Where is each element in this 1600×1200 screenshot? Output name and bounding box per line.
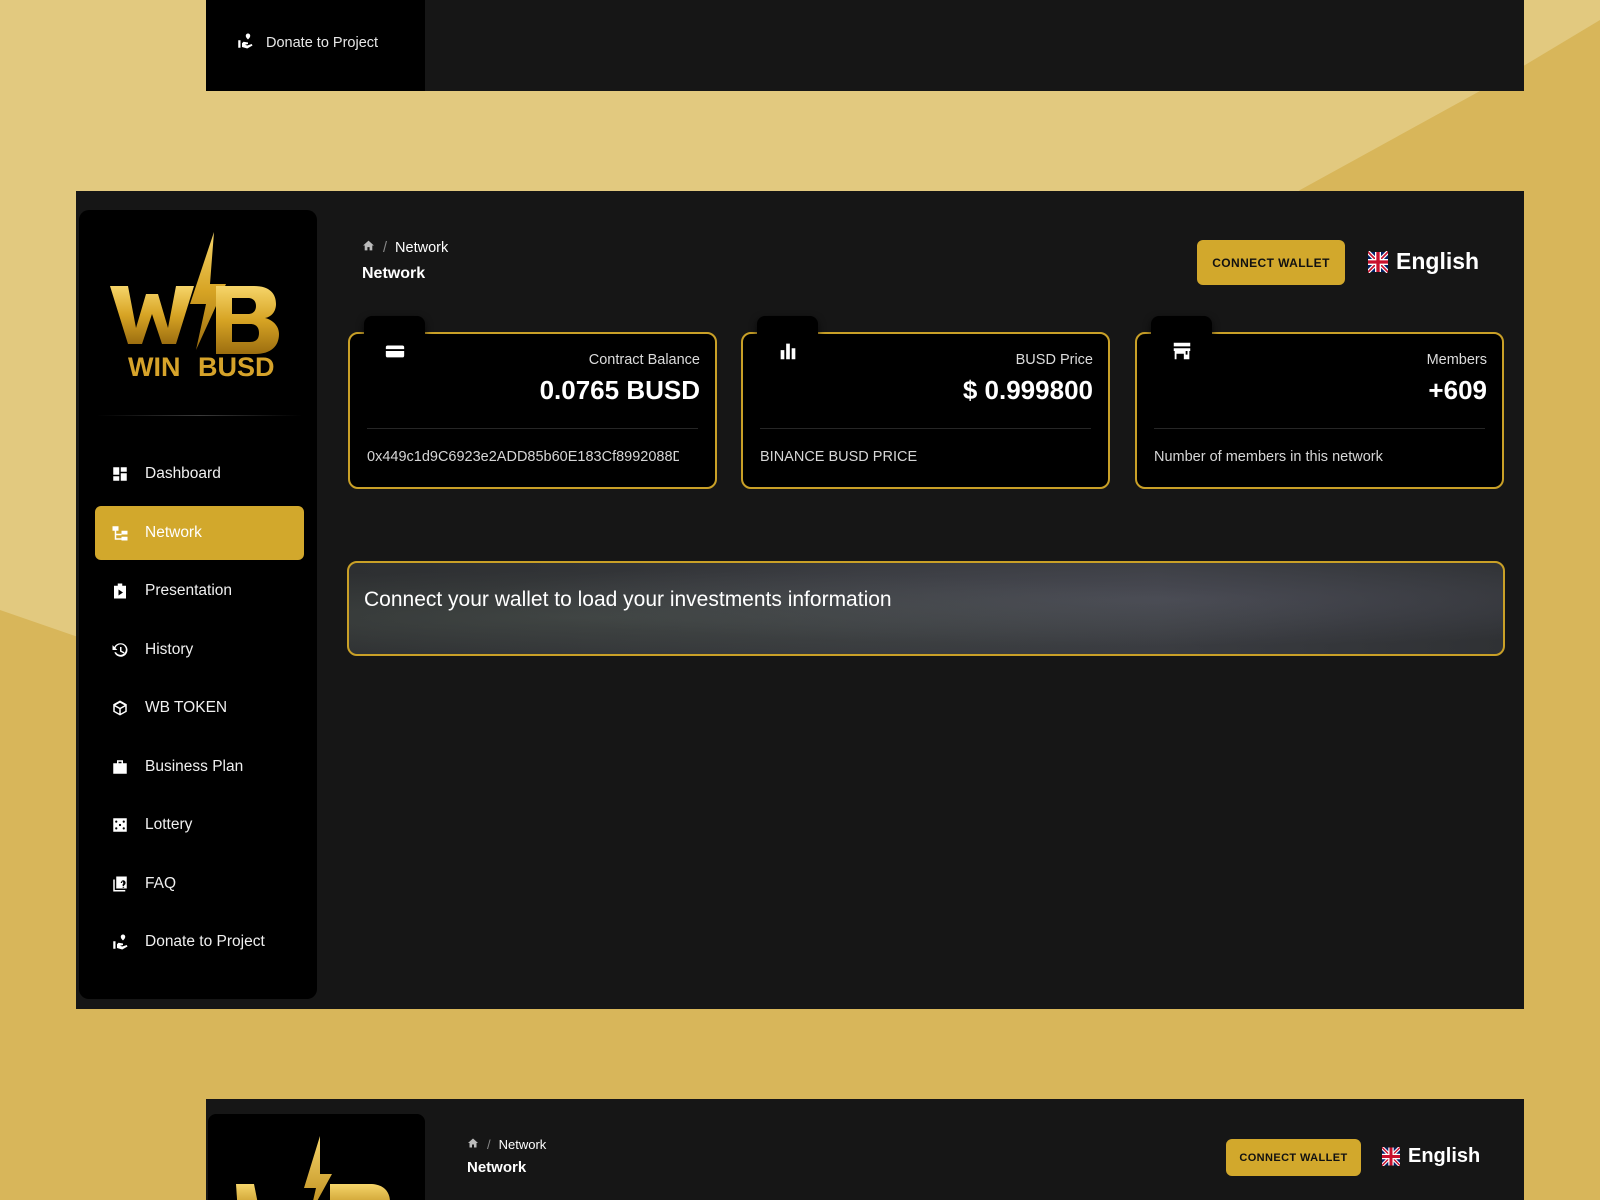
bottom-connect-wallet-button[interactable]: CONNECT WALLET (1226, 1139, 1361, 1176)
card-label: Contract Balance (588, 352, 700, 368)
presentation-play-icon (111, 582, 129, 600)
card-icon-box (1151, 316, 1212, 386)
sidebar-item-dashboard[interactable]: Dashboard (95, 447, 304, 501)
uk-flag-icon (1368, 250, 1388, 273)
breadcrumb-separator: / (487, 1137, 491, 1152)
breadcrumb-current: Network (395, 239, 449, 256)
dashboard-icon (111, 465, 129, 483)
logo-text-busd: BUSD (198, 352, 275, 382)
sidebar-item-label: FAQ (145, 874, 177, 892)
card-icon-box (757, 316, 818, 386)
top-fragment-sidebar: Donate to Project (206, 0, 425, 91)
winbusd-logo: WIN BUSD (110, 232, 279, 382)
winbusd-logo (236, 1136, 390, 1200)
breadcrumb: / Network (362, 239, 448, 256)
card-divider (760, 428, 1091, 429)
language-label: English (1396, 248, 1480, 274)
sidebar-item-history[interactable]: History (95, 623, 304, 677)
bottom-screenshot-fragment: / Network Network CONNECT WALLET English (206, 1099, 1524, 1200)
card-value: $ 0.999800 (962, 375, 1093, 405)
sidebar-item-label: WB TOKEN (145, 699, 228, 716)
sidebar-item-faq[interactable]: FAQ (95, 857, 304, 911)
dice-icon (111, 816, 129, 834)
bottom-page-title: Network (467, 1159, 527, 1176)
connect-wallet-button[interactable]: CONNECT WALLET (1197, 240, 1345, 285)
sidebar-item-label: History (145, 640, 194, 658)
bottom-language-selector[interactable]: English (1382, 1145, 1480, 1168)
sidebar-item-presentation[interactable]: Presentation (95, 564, 304, 618)
sidebar-item-wb-token[interactable]: WB TOKEN (95, 681, 304, 735)
donate-hand-icon (236, 32, 254, 54)
sidebar-item-donate[interactable]: Donate to Project (95, 915, 304, 969)
members-card: Members +609 Number of members in this n… (1135, 316, 1504, 489)
card-footer: BINANCE BUSD PRICE (760, 449, 918, 465)
sidebar-item-business-plan[interactable]: Business Plan (95, 740, 304, 794)
sidebar-item-label: Donate to Project (145, 933, 265, 950)
sidebar-item-label: Dashboard (145, 465, 221, 482)
logo-divider (97, 415, 302, 416)
history-clock-icon (111, 641, 129, 659)
sidebar-item-label: Network (145, 523, 202, 541)
page-title: Network (362, 265, 426, 282)
card-divider (367, 428, 698, 429)
contract-balance-card: Contract Balance 0.0765 BUSD 0x449c1d9C6… (348, 316, 717, 489)
top-fragment-donate-label: Donate to Project (266, 35, 379, 51)
sidebar-item-lottery[interactable]: Lottery (95, 798, 304, 852)
connect-wallet-notice: Connect your wallet to load your investm… (347, 561, 1505, 656)
language-selector[interactable]: English (1368, 248, 1479, 275)
briefcase-icon (111, 758, 129, 776)
sidebar-nav: Dashboard Network Presentation History W… (95, 447, 304, 974)
contract-address[interactable]: 0x449c1d9C6923e2ADD85b60E183Cf8992088D2A (367, 449, 679, 465)
sidebar-item-label: Business Plan (145, 757, 244, 775)
card-label: Members (1426, 352, 1487, 368)
bottom-fragment-sidebar (208, 1114, 425, 1200)
language-label: English (1408, 1145, 1481, 1167)
sidebar-item-network[interactable]: Network (95, 505, 304, 560)
sidebar-item-label: Lottery (145, 816, 193, 833)
logo-text-win: WIN (128, 352, 180, 382)
home-icon[interactable] (467, 1137, 479, 1152)
sidebar: WIN BUSD Dashboard Network Presentation … (79, 210, 317, 999)
donate-hand-icon (111, 933, 129, 951)
top-fragment-donate-item[interactable]: Donate to Project (236, 32, 378, 54)
card-value: +609 (1428, 375, 1487, 405)
card-footer: Number of members in this network (1154, 449, 1383, 465)
breadcrumb-separator: / (383, 239, 388, 256)
main-screenshot: WIN BUSD Dashboard Network Presentation … (76, 191, 1524, 1009)
notice-text: Connect your wallet to load your investm… (364, 588, 892, 611)
home-icon[interactable] (362, 239, 375, 256)
breadcrumb-current: Network (498, 1137, 547, 1152)
faq-book-icon (111, 875, 129, 893)
card-icon-box (364, 316, 425, 386)
wallet-icon (385, 345, 404, 358)
top-screenshot-fragment: Donate to Project (206, 0, 1524, 91)
sidebar-item-label: Presentation (145, 582, 233, 599)
token-cube-icon (111, 699, 129, 717)
card-value: 0.0765 BUSD (539, 375, 700, 405)
bottom-breadcrumb: / Network (467, 1137, 546, 1152)
busd-price-card: BUSD Price $ 0.999800 BINANCE BUSD PRICE (741, 316, 1110, 489)
card-divider (1154, 428, 1485, 429)
card-label: BUSD Price (1015, 352, 1093, 368)
uk-flag-icon (1382, 1147, 1400, 1166)
network-tree-icon (111, 524, 129, 542)
store-icon (1173, 342, 1190, 360)
bar-chart-icon (780, 343, 795, 360)
